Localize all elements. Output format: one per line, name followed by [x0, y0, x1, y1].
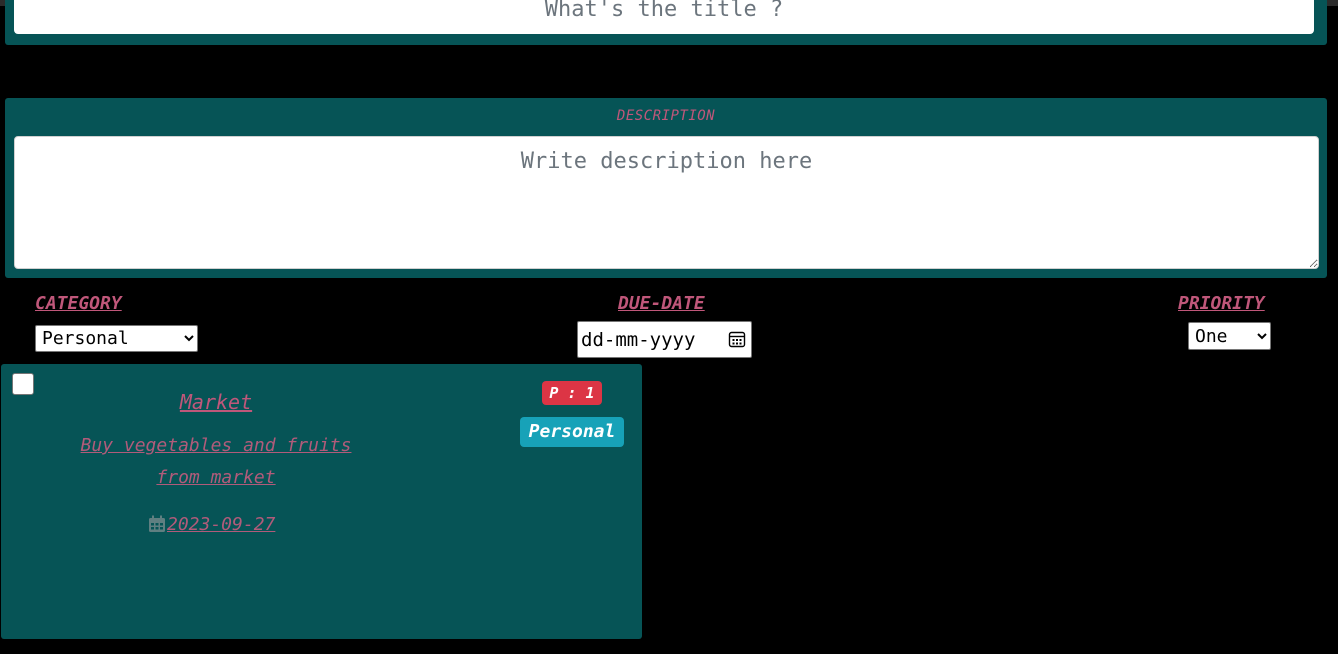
title-placeholder: What's the title ?	[544, 0, 784, 22]
task-due-date-text: 2023-09-27	[167, 513, 276, 535]
app-root: What's the title ? DESCRIPTION CATEGORY …	[0, 0, 1338, 654]
priority-label: PRIORITY	[1178, 293, 1265, 314]
description-label: DESCRIPTION	[616, 108, 716, 124]
task-card: Market Buy vegetables and fruits from ma…	[1, 364, 642, 639]
task-description: Buy vegetables and fruits from market	[80, 435, 352, 488]
description-panel: DESCRIPTION	[5, 98, 1327, 278]
title-input[interactable]: What's the title ?	[14, 0, 1314, 34]
priority-badge: P : 1	[542, 381, 602, 405]
category-select[interactable]: Personal	[35, 325, 198, 352]
task-due-date: 2023-09-27	[148, 512, 275, 536]
calendar-picker-icon[interactable]	[728, 330, 746, 348]
priority-select[interactable]: One	[1188, 322, 1271, 350]
title-panel: What's the title ?	[5, 0, 1327, 45]
description-textarea[interactable]	[14, 136, 1319, 269]
category-label: CATEGORY	[35, 293, 122, 314]
task-title: Market	[179, 390, 253, 414]
due-date-placeholder: dd-mm-yyyy	[581, 329, 696, 351]
category-badge: Personal	[520, 417, 624, 447]
calendar-icon	[149, 515, 165, 532]
duedate-label: DUE-DATE	[618, 293, 705, 314]
due-date-input[interactable]: dd-mm-yyyy	[577, 321, 752, 358]
